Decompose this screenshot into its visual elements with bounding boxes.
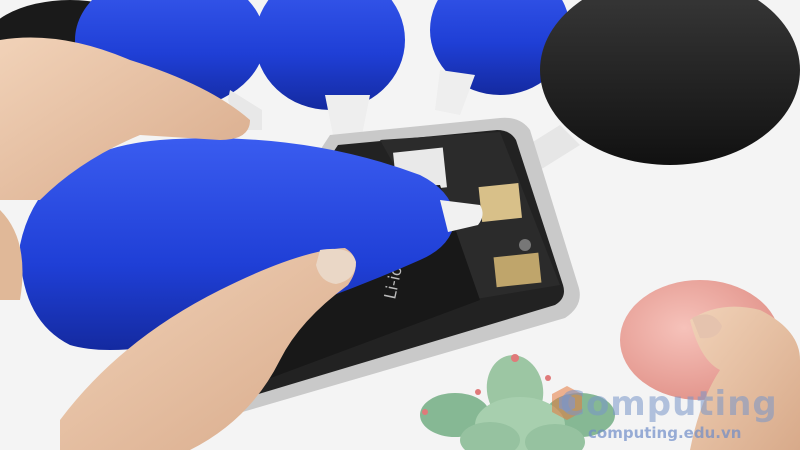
photo-scene: Li-ion Computing computing.edu.vn <box>0 0 800 450</box>
photo-illustration: Li-ion <box>0 0 800 450</box>
watermark-url: computing.edu.vn <box>588 424 742 442</box>
watermark: Computing computing.edu.vn <box>548 384 796 444</box>
watermark-title: Computing <box>560 384 778 424</box>
